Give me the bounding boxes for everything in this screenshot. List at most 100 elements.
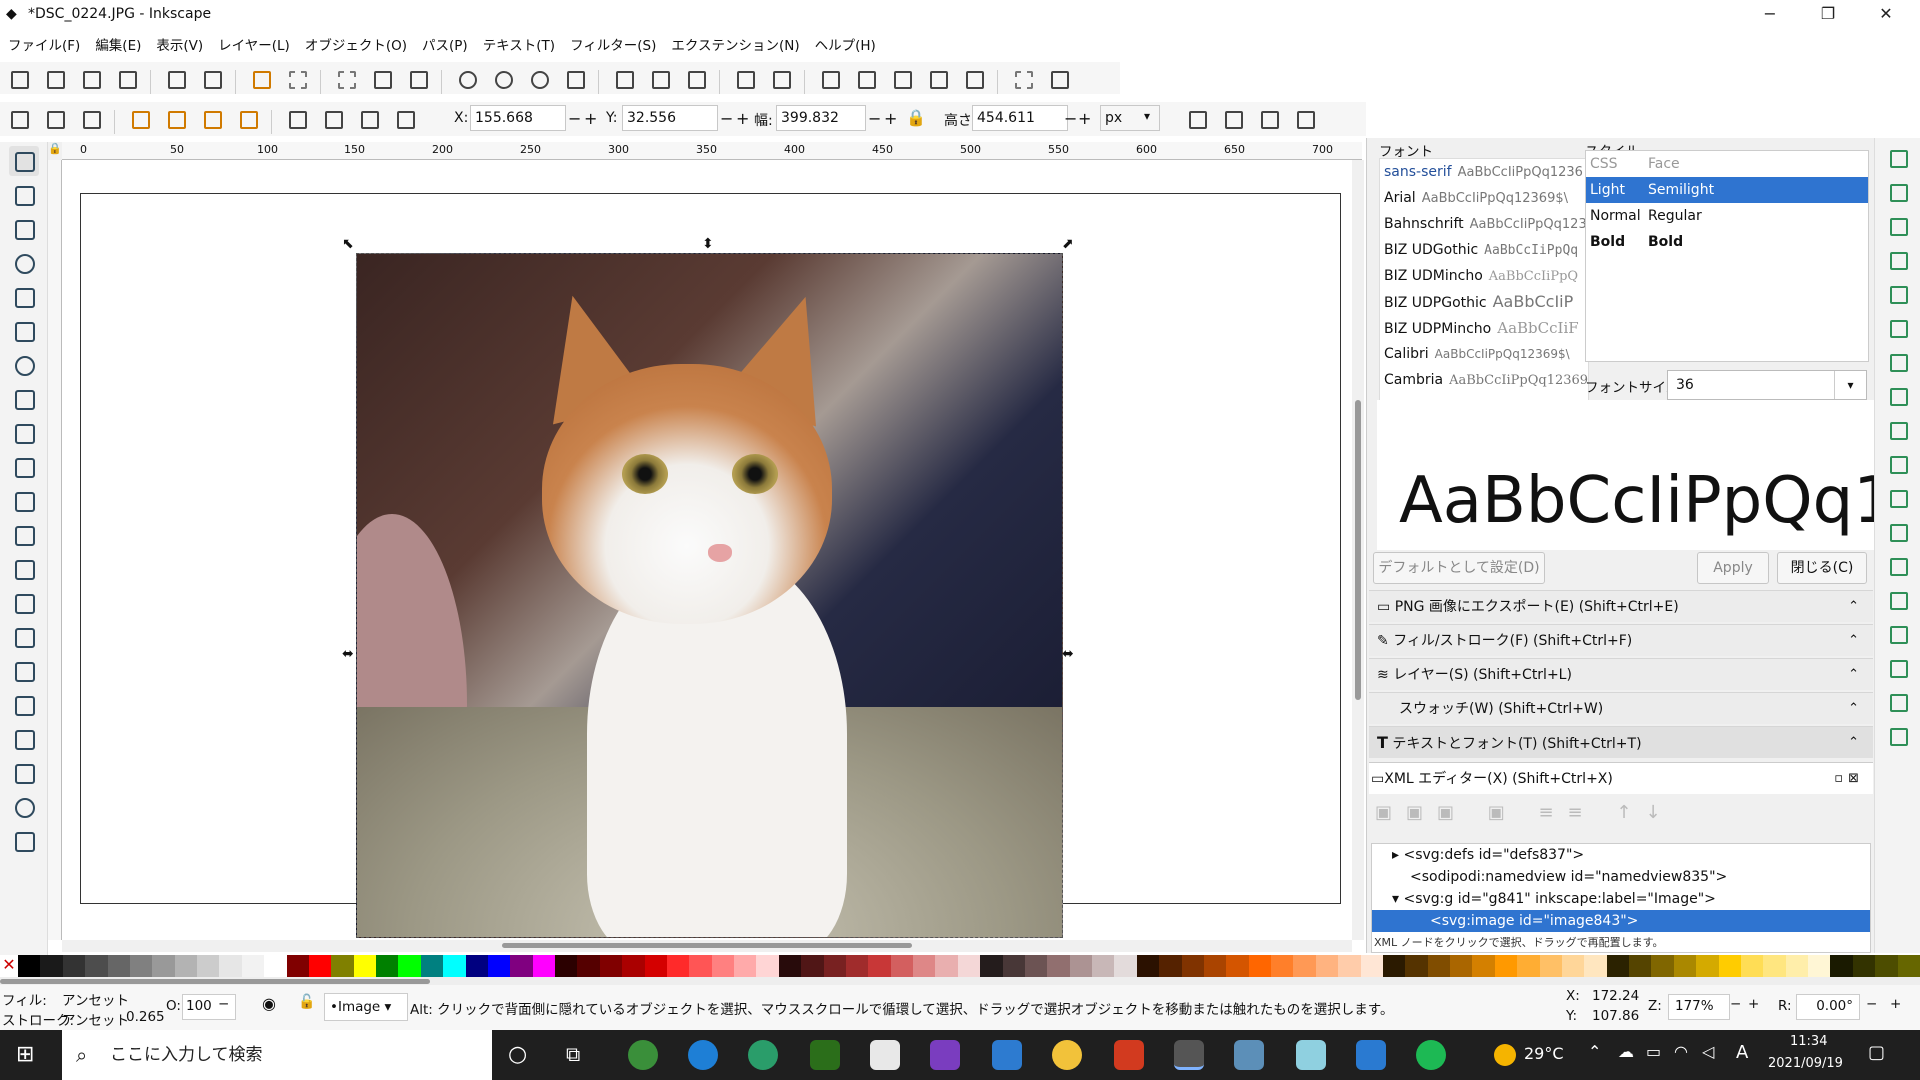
font-item[interactable]: Cambria AaBbCcIiPpQq12369 bbox=[1380, 367, 1588, 393]
spiral-tool-icon[interactable] bbox=[9, 350, 39, 380]
raise-top-icon[interactable] bbox=[391, 105, 417, 131]
color-swatch[interactable] bbox=[487, 955, 511, 977]
menu-view[interactable]: 表示(V) bbox=[148, 30, 210, 54]
font-size-input[interactable]: 36 ▾ bbox=[1667, 370, 1867, 400]
color-swatch[interactable] bbox=[85, 955, 108, 977]
color-swatch[interactable] bbox=[1427, 955, 1450, 977]
cat-photo[interactable] bbox=[356, 253, 1063, 938]
rotate-decrement[interactable]: − bbox=[1866, 996, 1877, 1012]
color-swatch[interactable] bbox=[129, 955, 153, 977]
color-swatch[interactable] bbox=[1897, 955, 1920, 977]
layers-icon[interactable] bbox=[888, 65, 914, 91]
color-swatch[interactable] bbox=[1114, 955, 1137, 977]
clock-time[interactable]: 11:34 bbox=[1790, 1034, 1827, 1049]
y-decrement[interactable]: − bbox=[720, 109, 733, 128]
font-item[interactable]: Bahnschrift AaBbCcIiPpQq123 bbox=[1380, 211, 1588, 237]
color-swatch[interactable] bbox=[1763, 955, 1786, 977]
measure-tool-icon[interactable] bbox=[9, 826, 39, 856]
color-swatch[interactable] bbox=[1830, 955, 1853, 977]
dropper-tool-icon[interactable] bbox=[9, 588, 39, 618]
snap-bbox-icon[interactable] bbox=[1884, 178, 1912, 206]
pencil-tool-icon[interactable] bbox=[9, 418, 39, 448]
color-swatch[interactable] bbox=[1002, 955, 1025, 977]
move-gradients-icon[interactable] bbox=[1255, 105, 1281, 131]
menu-extensions[interactable]: エクステンション(N) bbox=[663, 30, 806, 54]
snap-intersection-icon[interactable] bbox=[1884, 382, 1912, 410]
color-swatch[interactable] bbox=[1226, 955, 1249, 977]
color-swatch[interactable] bbox=[1875, 955, 1898, 977]
color-swatch[interactable] bbox=[308, 955, 332, 977]
scale-stroke-icon[interactable] bbox=[1183, 105, 1209, 131]
snap-rotation-center-icon[interactable] bbox=[1884, 586, 1912, 614]
snap-grid-icon[interactable] bbox=[1884, 688, 1912, 716]
width-increment[interactable]: + bbox=[884, 109, 897, 128]
color-swatch[interactable] bbox=[1472, 955, 1495, 977]
color-swatch[interactable] bbox=[845, 955, 869, 977]
snap-bbox-corner-icon[interactable] bbox=[1884, 246, 1912, 274]
color-swatch[interactable] bbox=[577, 955, 600, 977]
color-swatch[interactable] bbox=[197, 955, 220, 977]
font-item[interactable]: Arial AaBbCcIiPpQq12369$\ bbox=[1380, 185, 1588, 211]
files-app-icon[interactable] bbox=[1296, 1040, 1326, 1070]
color-swatch[interactable] bbox=[532, 955, 555, 977]
raise-icon[interactable] bbox=[355, 105, 381, 131]
3d-box-tool-icon[interactable] bbox=[9, 316, 39, 346]
rotate-ccw-icon[interactable] bbox=[126, 105, 152, 131]
select-all-layers-icon[interactable] bbox=[41, 105, 67, 131]
color-swatch[interactable] bbox=[890, 955, 913, 977]
connector-tool-icon[interactable] bbox=[9, 758, 39, 788]
selector-tool-icon[interactable] bbox=[9, 146, 39, 176]
set-default-button[interactable]: デフォルトとして設定(D) bbox=[1373, 552, 1545, 584]
menu-text[interactable]: テキスト(T) bbox=[475, 30, 562, 54]
rotate-cw-icon[interactable] bbox=[162, 105, 188, 131]
font-item[interactable]: BIZ UDPMincho AaBbCcIiF bbox=[1380, 315, 1588, 341]
dock-swatches[interactable]: スウォッチ(W) (Shift+Ctrl+W) ⌃ bbox=[1369, 692, 1873, 724]
scale-corners-icon[interactable] bbox=[1219, 105, 1245, 131]
color-swatch[interactable] bbox=[510, 955, 533, 977]
color-swatch[interactable] bbox=[711, 955, 734, 977]
color-swatch[interactable] bbox=[622, 955, 645, 977]
cut-icon[interactable] bbox=[368, 65, 394, 91]
xml-node[interactable]: ▾ <svg:g id="g841" inkscape:label="Image… bbox=[1372, 888, 1870, 910]
color-swatch[interactable] bbox=[1517, 955, 1540, 977]
color-swatch[interactable] bbox=[465, 955, 488, 977]
tray-chevron-icon[interactable]: ⌃ bbox=[1588, 1042, 1601, 1061]
undock-icon[interactable]: ▫ bbox=[1834, 763, 1843, 795]
ime-indicator[interactable]: A bbox=[1736, 1042, 1748, 1063]
xml-editor-icon[interactable] bbox=[924, 65, 950, 91]
menu-file[interactable]: ファイル(F) bbox=[0, 30, 87, 54]
zoom-decrement[interactable]: − bbox=[1730, 996, 1741, 1012]
clone-icon[interactable] bbox=[646, 65, 672, 91]
color-swatch[interactable] bbox=[376, 955, 399, 977]
snap-bbox-midpoint-icon[interactable] bbox=[1884, 280, 1912, 308]
copy-icon[interactable] bbox=[332, 65, 358, 91]
weather-sun-icon[interactable] bbox=[1494, 1044, 1516, 1066]
color-swatch[interactable] bbox=[1450, 955, 1473, 977]
color-swatch[interactable] bbox=[1047, 955, 1070, 977]
snap-nodes-icon[interactable] bbox=[1884, 314, 1912, 342]
ruler-lock-icon[interactable]: 🔒 bbox=[48, 142, 62, 160]
y-input[interactable]: 32.556 bbox=[622, 105, 718, 131]
task-view-icon[interactable]: ⧉ bbox=[566, 1042, 580, 1066]
color-swatch[interactable] bbox=[420, 955, 444, 977]
lock-ratio-icon[interactable]: 🔒 bbox=[906, 108, 926, 127]
color-swatch[interactable] bbox=[1203, 955, 1227, 977]
color-swatch[interactable] bbox=[1539, 955, 1562, 977]
node-tool-icon[interactable] bbox=[9, 180, 39, 210]
scale-handle-e[interactable]: ⬌ bbox=[1062, 646, 1074, 662]
xml-node[interactable]: ▸ <svg:defs id="defs837"> bbox=[1372, 844, 1870, 866]
menu-filters[interactable]: フィルター(S) bbox=[562, 30, 663, 54]
rotate-input[interactable]: 0.00° bbox=[1796, 994, 1860, 1020]
notes-app-icon[interactable] bbox=[870, 1040, 900, 1070]
y-increment[interactable]: + bbox=[736, 109, 749, 128]
scale-handle-nw[interactable]: ⬉ bbox=[342, 236, 354, 252]
close-panel-icon[interactable]: ⊠ bbox=[1848, 763, 1859, 795]
save-icon[interactable] bbox=[77, 65, 103, 91]
vertical-scrollbar[interactable] bbox=[1352, 160, 1364, 940]
color-swatch[interactable] bbox=[1405, 955, 1428, 977]
stroke-value[interactable]: アンセット bbox=[62, 1009, 129, 1029]
color-swatch[interactable] bbox=[1651, 955, 1674, 977]
color-swatch[interactable] bbox=[823, 955, 846, 977]
clock-date[interactable]: 2021/09/19 bbox=[1768, 1056, 1843, 1071]
dock-text-font[interactable]: T テキストとフォント(T) (Shift+Ctrl+T) ⌃ bbox=[1369, 726, 1873, 758]
